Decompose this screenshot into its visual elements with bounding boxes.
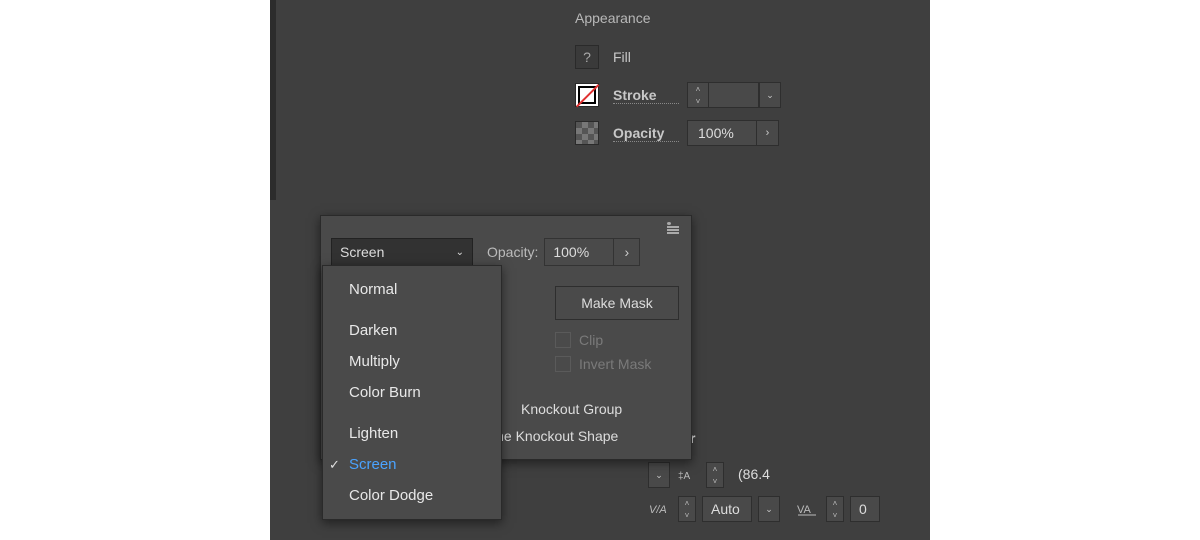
stroke-swatch-none-icon[interactable]: [575, 83, 599, 107]
stroke-row: Stroke ˄˅ ⌄: [575, 82, 925, 108]
kerning-stepper[interactable]: ˄˅: [678, 496, 696, 522]
blend-item-darken[interactable]: Darken: [323, 315, 501, 346]
blend-item-normal[interactable]: Normal: [323, 274, 501, 305]
appearance-title: Appearance: [575, 10, 925, 26]
kerning-dropdown[interactable]: ⌄: [758, 496, 780, 522]
kerning-row: V/A ˄˅ Auto ⌄ VA ˄˅ 0: [648, 496, 968, 522]
font-name-partial: mputer: [648, 430, 968, 446]
svg-text:V/A: V/A: [649, 504, 667, 516]
mask-section: Make Mask Clip Invert Mask: [555, 286, 679, 380]
opacity-swatch-checker-icon[interactable]: [575, 121, 599, 145]
invert-mask-checkbox[interactable]: [555, 356, 571, 372]
blend-item-lighten[interactable]: Lighten: [323, 418, 501, 449]
tracking-value[interactable]: 0: [850, 496, 880, 522]
stroke-weight-stepper[interactable]: ˄˅: [687, 82, 709, 108]
svg-text:VA: VA: [797, 504, 812, 516]
blend-item-screen-label: Screen: [349, 456, 397, 473]
kerning-icon: V/A: [648, 500, 672, 518]
tracking-stepper[interactable]: ˄˅: [826, 496, 844, 522]
transparency-top-row: Screen ⌄ Opacity: 100% ›: [331, 238, 640, 266]
opacity-label[interactable]: Opacity: [613, 125, 679, 142]
leading-stepper[interactable]: ˄˅: [706, 462, 724, 488]
stroke-label[interactable]: Stroke: [613, 87, 679, 104]
opacity-value-input[interactable]: 100%: [687, 120, 757, 146]
stroke-weight-dropdown[interactable]: ⌄: [759, 82, 781, 108]
clip-label: Clip: [579, 332, 603, 348]
knockout-group-label[interactable]: Knockout Group: [521, 401, 622, 417]
opacity-row: Opacity 100% ›: [575, 120, 925, 146]
blend-item-screen[interactable]: ✓ Screen: [323, 449, 501, 480]
chevron-down-icon: ⌄: [456, 247, 464, 258]
check-icon: ✓: [329, 457, 340, 473]
blend-item-multiply[interactable]: Multiply: [323, 346, 501, 377]
blend-item-color-dodge[interactable]: Color Dodge: [323, 480, 501, 511]
opacity-expand[interactable]: ›: [757, 120, 779, 146]
blend-mode-value: Screen: [340, 244, 384, 260]
size-dropdown[interactable]: ⌄: [648, 462, 670, 488]
knockout-shape-label-partial[interactable]: ine Knockout Shape: [493, 428, 618, 444]
left-edge: [270, 0, 276, 200]
invert-mask-checkbox-row[interactable]: Invert Mask: [555, 356, 679, 372]
make-mask-button[interactable]: Make Mask: [555, 286, 679, 320]
leading-icon: ‡A: [676, 466, 700, 484]
transp-opacity-label: Opacity:: [487, 244, 538, 260]
tracking-icon: VA: [796, 500, 820, 518]
appearance-panel: Appearance ? Fill Stroke ˄˅ ⌄ Opacity 10…: [575, 10, 925, 158]
blend-mode-select[interactable]: Screen ⌄: [331, 238, 473, 266]
clip-checkbox-row[interactable]: Clip: [555, 332, 679, 348]
leading-value-partial[interactable]: (86.4: [730, 462, 780, 488]
invert-mask-label: Invert Mask: [579, 356, 651, 372]
character-panel-partial: mputer ⌄ ‡A ˄˅ (86.4 V/A ˄˅ Auto ⌄ VA ˄˅…: [648, 430, 968, 530]
transp-opacity-expand[interactable]: ›: [614, 238, 640, 266]
transp-opacity-input[interactable]: 100%: [544, 238, 614, 266]
svg-text:‡A: ‡A: [678, 471, 691, 482]
font-size-row: ⌄ ‡A ˄˅ (86.4: [648, 462, 968, 488]
clip-checkbox[interactable]: [555, 332, 571, 348]
fill-row: ? Fill: [575, 44, 925, 70]
blend-mode-dropdown-list: Normal Darken Multiply Color Burn Lighte…: [322, 265, 502, 520]
app-panel-area: Appearance ? Fill Stroke ˄˅ ⌄ Opacity 10…: [270, 0, 930, 540]
kerning-value[interactable]: Auto: [702, 496, 752, 522]
stroke-weight-input[interactable]: [709, 82, 759, 108]
blend-item-color-burn[interactable]: Color Burn: [323, 377, 501, 408]
fill-swatch-unknown-icon[interactable]: ?: [575, 45, 599, 69]
panel-menu-icon[interactable]: [667, 222, 683, 234]
fill-label: Fill: [613, 49, 679, 65]
